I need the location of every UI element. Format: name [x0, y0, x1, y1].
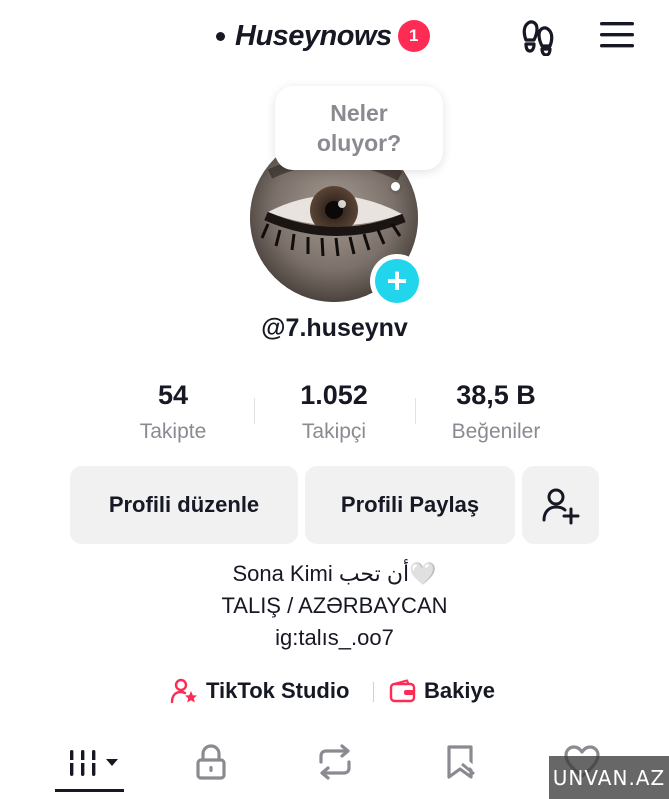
menu-icon[interactable]	[598, 19, 636, 51]
bio-line-3: ig:talıs_.oo7	[275, 625, 394, 650]
balance-link[interactable]: Bakiye	[388, 672, 495, 710]
stat-following-value: 54	[157, 380, 189, 410]
bio-line-2: TALIŞ / AZƏRBAYCAN	[221, 593, 448, 618]
account-switcher[interactable]: Huseynows 1	[216, 18, 430, 54]
stat-followers-label: Takipçi	[301, 420, 367, 443]
stat-followers-value: 1.052	[300, 380, 368, 410]
status-bubble[interactable]: Neler oluyor?	[275, 86, 443, 170]
plus-icon: +	[375, 259, 419, 303]
stat-likes-value: 38,5 B	[456, 380, 536, 410]
profile-bio: Sona Kimi أن تحب🤍 TALIŞ / AZƏRBAYCAN ig:…	[0, 558, 669, 654]
bio-line-1: Sona Kimi أن تحب🤍	[0, 558, 669, 590]
repost-icon	[319, 744, 351, 780]
creator-star-icon	[170, 678, 197, 704]
notification-badge: 1	[397, 20, 430, 52]
edit-profile-button[interactable]: Profili düzenle	[70, 466, 298, 544]
links-divider	[373, 682, 374, 702]
lock-icon	[196, 744, 226, 780]
stat-followers[interactable]: 1.052 Takipçi	[249, 378, 419, 444]
username: @7.huseynv	[261, 314, 408, 342]
videos-grid-icon	[66, 750, 118, 776]
bio-line-1-arabic: أن تحب	[338, 561, 410, 586]
tab-videos[interactable]	[62, 740, 122, 784]
bubble-tail-dot	[391, 182, 400, 191]
tab-private[interactable]	[181, 740, 241, 784]
add-story-button[interactable]: +	[370, 254, 424, 308]
active-tab-indicator	[55, 789, 124, 792]
profile-links: TikTok Studio Bakiye	[0, 672, 669, 710]
white-heart-icon: 🤍	[409, 561, 437, 586]
tab-reposts[interactable]	[305, 740, 365, 784]
wallet-icon	[389, 679, 416, 703]
tab-saved[interactable]	[430, 740, 490, 784]
top-header: Huseynows 1	[0, 0, 669, 72]
site-watermark: UNVAN.AZ	[549, 756, 669, 799]
footprint-icon[interactable]	[518, 16, 558, 56]
saved-icon	[447, 745, 477, 779]
tiktok-studio-label: TikTok Studio	[206, 678, 350, 703]
status-bubble-text: Neler oluyor?	[316, 100, 402, 156]
stat-likes-label: Beğeniler	[451, 420, 541, 443]
bio-line-1-prefix: Sona Kimi	[232, 561, 339, 586]
share-profile-button[interactable]: Profili Paylaş	[305, 466, 515, 544]
stat-following[interactable]: 54 Takipte	[88, 378, 258, 444]
account-title: Huseynows	[235, 19, 392, 52]
status-dot	[216, 31, 225, 41]
stat-following-label: Takipte	[139, 420, 207, 443]
stat-likes[interactable]: 38,5 B Beğeniler	[411, 378, 581, 444]
add-friend-button[interactable]	[522, 466, 599, 544]
balance-label: Bakiye	[424, 678, 495, 703]
add-user-icon	[542, 488, 579, 525]
profile-stats: 54 Takipte 1.052 Takipçi 38,5 B Beğenile…	[0, 378, 669, 448]
tiktok-studio-link[interactable]: TikTok Studio	[170, 672, 349, 710]
